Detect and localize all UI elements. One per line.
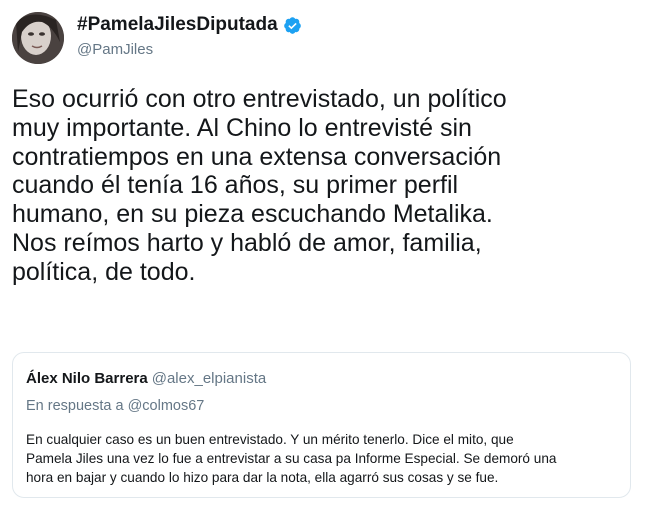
quoted-tweet-text: En cualquier caso es un buen entrevistad… xyxy=(26,432,557,486)
quoted-tweet-header: Álex Nilo Barrera @alex_elpianista xyxy=(26,370,266,387)
quoted-tweet-author-name[interactable]: Álex Nilo Barrera xyxy=(26,370,148,387)
quoted-tweet-handle[interactable]: @alex_elpianista xyxy=(152,370,266,387)
quoted-tweet[interactable]: Álex Nilo Barrera @alex_elpianista En res… xyxy=(12,352,631,498)
tweet-card: #PamelaJilesDiputada @PamJiles Eso ocurr… xyxy=(0,0,645,508)
user-handle[interactable]: @PamJiles xyxy=(77,41,153,58)
tweet-text: Eso ocurrió con otro entrevistado, un po… xyxy=(12,85,507,286)
avatar-photo-icon xyxy=(12,12,64,64)
display-name-link[interactable]: #PamelaJilesDiputada xyxy=(77,14,302,36)
avatar[interactable] xyxy=(12,12,64,64)
quoted-tweet-reply-context[interactable]: En respuesta a @colmos67 xyxy=(26,398,204,414)
display-name: #PamelaJilesDiputada xyxy=(77,14,278,35)
verified-badge-icon xyxy=(283,16,301,34)
